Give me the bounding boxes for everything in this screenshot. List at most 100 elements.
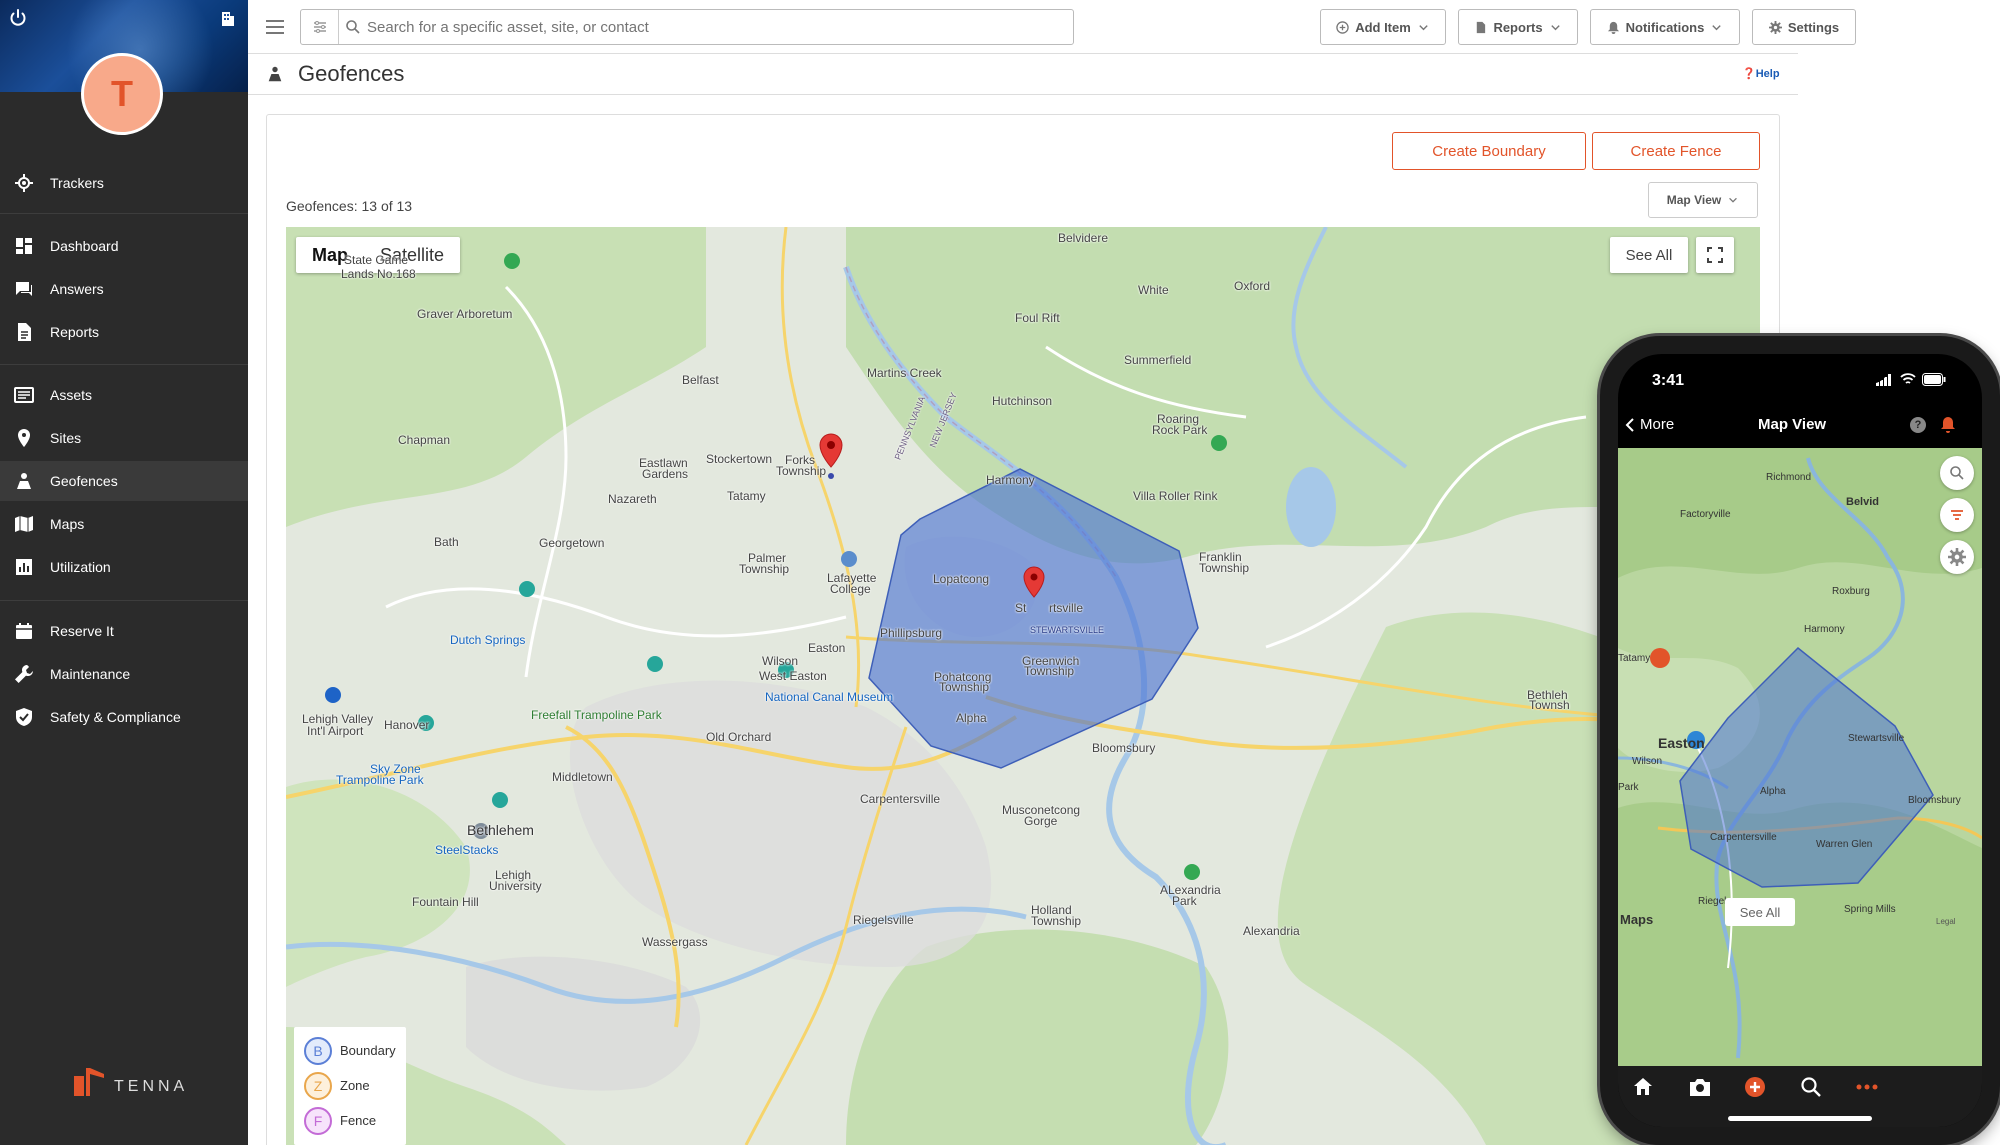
sidebar-item-maintenance[interactable]: Maintenance [0,654,248,694]
geofence-map[interactable]: Map Satellite See All Belvidere White Ox… [286,227,1760,1145]
sidebar-item-reports[interactable]: Reports [0,312,248,352]
phone-map-label: Carpentersville [1710,832,1777,843]
map-label: Township [1024,664,1075,678]
map-label: Hanover [384,718,430,732]
add-item-button[interactable]: Add Item [1320,9,1446,45]
map-label: Graver Arboretum [417,307,513,321]
sidebar-item-label: Safety & Compliance [50,709,181,725]
notifications-button[interactable]: Notifications [1590,9,1740,45]
power-icon[interactable] [8,8,28,28]
fullscreen-button[interactable] [1696,237,1734,273]
legend-badge: Z [304,1071,332,1100]
more-icon[interactable] [1856,1084,1878,1090]
map-label: Middletown [552,770,613,784]
sidebar-item-label: Maintenance [50,666,131,682]
map-label: SteelStacks [435,843,499,857]
phone-map-label: Wilson [1632,756,1663,767]
phone-mockup: 3:41 More Map View ? Richmond Belvid Fac… [1600,336,2000,1145]
create-fence-button[interactable]: Create Fence [1592,132,1760,170]
home-icon[interactable] [1632,1076,1654,1098]
help-link[interactable]: ❓Help [1742,67,1780,80]
phone-search-button[interactable] [1940,456,1974,490]
document-icon [1477,21,1486,33]
search-input[interactable] [367,18,1067,36]
phone-map-label: Riegel [1698,896,1727,907]
sidebar-item-answers[interactable]: Answers [0,269,248,309]
wrench-icon [15,665,34,683]
map-label: Township [739,562,790,576]
building-icon[interactable] [218,8,238,28]
wifi-icon [1900,373,1916,384]
phone-help-icon[interactable]: ? [1910,417,1926,433]
map-base [286,227,1760,1145]
hamburger-menu-icon[interactable] [264,16,286,38]
map-label: Rock Park [1152,423,1208,437]
map-label: Wassergass [642,935,708,949]
sidebar-item-utilization[interactable]: Utilization [0,547,248,587]
phone-see-all-button[interactable]: See All [1725,898,1795,926]
sidebar-item-safety-compliance[interactable]: Safety & Compliance [0,697,248,737]
see-all-button[interactable]: See All [1610,237,1688,273]
phone-map[interactable]: Richmond Belvid Factoryville Roxburg Har… [1618,448,1982,1066]
avatar[interactable]: T [81,53,163,135]
filter-toggle[interactable] [301,10,339,44]
assets-icon [14,387,34,403]
phone-bell-icon[interactable] [1940,416,1956,434]
phone-map-base [1618,448,1982,1066]
map-label: Lopatcong [933,572,990,586]
phone-map-label: Factoryville [1680,509,1731,520]
legend-item-fence: F Fence [294,1103,406,1138]
answers-icon [16,282,32,296]
map-label: Easton [808,641,846,655]
map-label: Villa Roller Rink [1133,489,1218,503]
search-icon[interactable] [1800,1076,1822,1098]
map-label: Township [776,464,827,478]
map-label: Old Orchard [706,730,772,744]
sidebar-item-reserve-it[interactable]: Reserve It [0,611,248,651]
phone-map-label: Warren Glen [1816,839,1873,850]
map-label: Martins Creek [867,366,942,380]
phone-back-button[interactable]: More [1624,416,1674,433]
camera-icon[interactable] [1688,1076,1712,1098]
sidebar-item-trackers[interactable]: Trackers [0,163,248,203]
map-label: Riegelsville [853,913,914,927]
sidebar-item-assets[interactable]: Assets [0,375,248,415]
sidebar-item-maps[interactable]: Maps [0,504,248,544]
map-label: Nazareth [608,492,657,506]
legend-label: Fence [340,1113,377,1128]
reports-button[interactable]: Reports [1458,9,1578,45]
sidebar-item-geofences[interactable]: Geofences [0,461,248,501]
add-icon[interactable] [1744,1076,1766,1098]
phone-legal-link[interactable]: Legal [1936,917,1956,926]
divider [0,600,248,601]
chevron-down-icon [1419,24,1428,30]
sidebar-item-sites[interactable]: Sites [0,418,248,458]
search-icon [1950,466,1964,480]
create-boundary-button[interactable]: Create Boundary [1392,132,1586,170]
map-label: Park [1172,894,1197,908]
sidebar-item-label: Reserve It [50,623,114,639]
phone-map-label: Richmond [1766,472,1812,483]
sidebar-item-dashboard[interactable]: Dashboard [0,226,248,266]
sidebar: T Trackers Dashboard Answers Reports Ass… [0,0,248,1145]
legend-item-zone: Z Zone [294,1068,406,1103]
search-bar [300,9,1074,45]
search-icon [346,20,360,34]
map-label: St [1015,601,1027,615]
plus-circle-icon [1336,20,1349,34]
shield-icon [16,708,32,726]
phone-filter-button[interactable] [1940,498,1974,532]
map-label: Alpha [956,711,987,725]
phone-map-label: Roxburg [1832,586,1870,597]
settings-button[interactable]: Settings [1752,9,1856,45]
phone-settings-button[interactable] [1940,540,1974,574]
map-label: Township [939,680,990,694]
map-label: Dutch Springs [450,633,526,647]
phone-time: 3:41 [1652,372,1685,389]
phone-map-label: Stewartsville [1848,733,1905,744]
view-select-label: Map View [1666,193,1722,207]
map-label: Hutchinson [992,394,1053,408]
view-select[interactable]: Map View [1648,182,1758,218]
phone-map-label: Spring Mills [1844,904,1896,915]
legend-badge: B [304,1036,332,1065]
